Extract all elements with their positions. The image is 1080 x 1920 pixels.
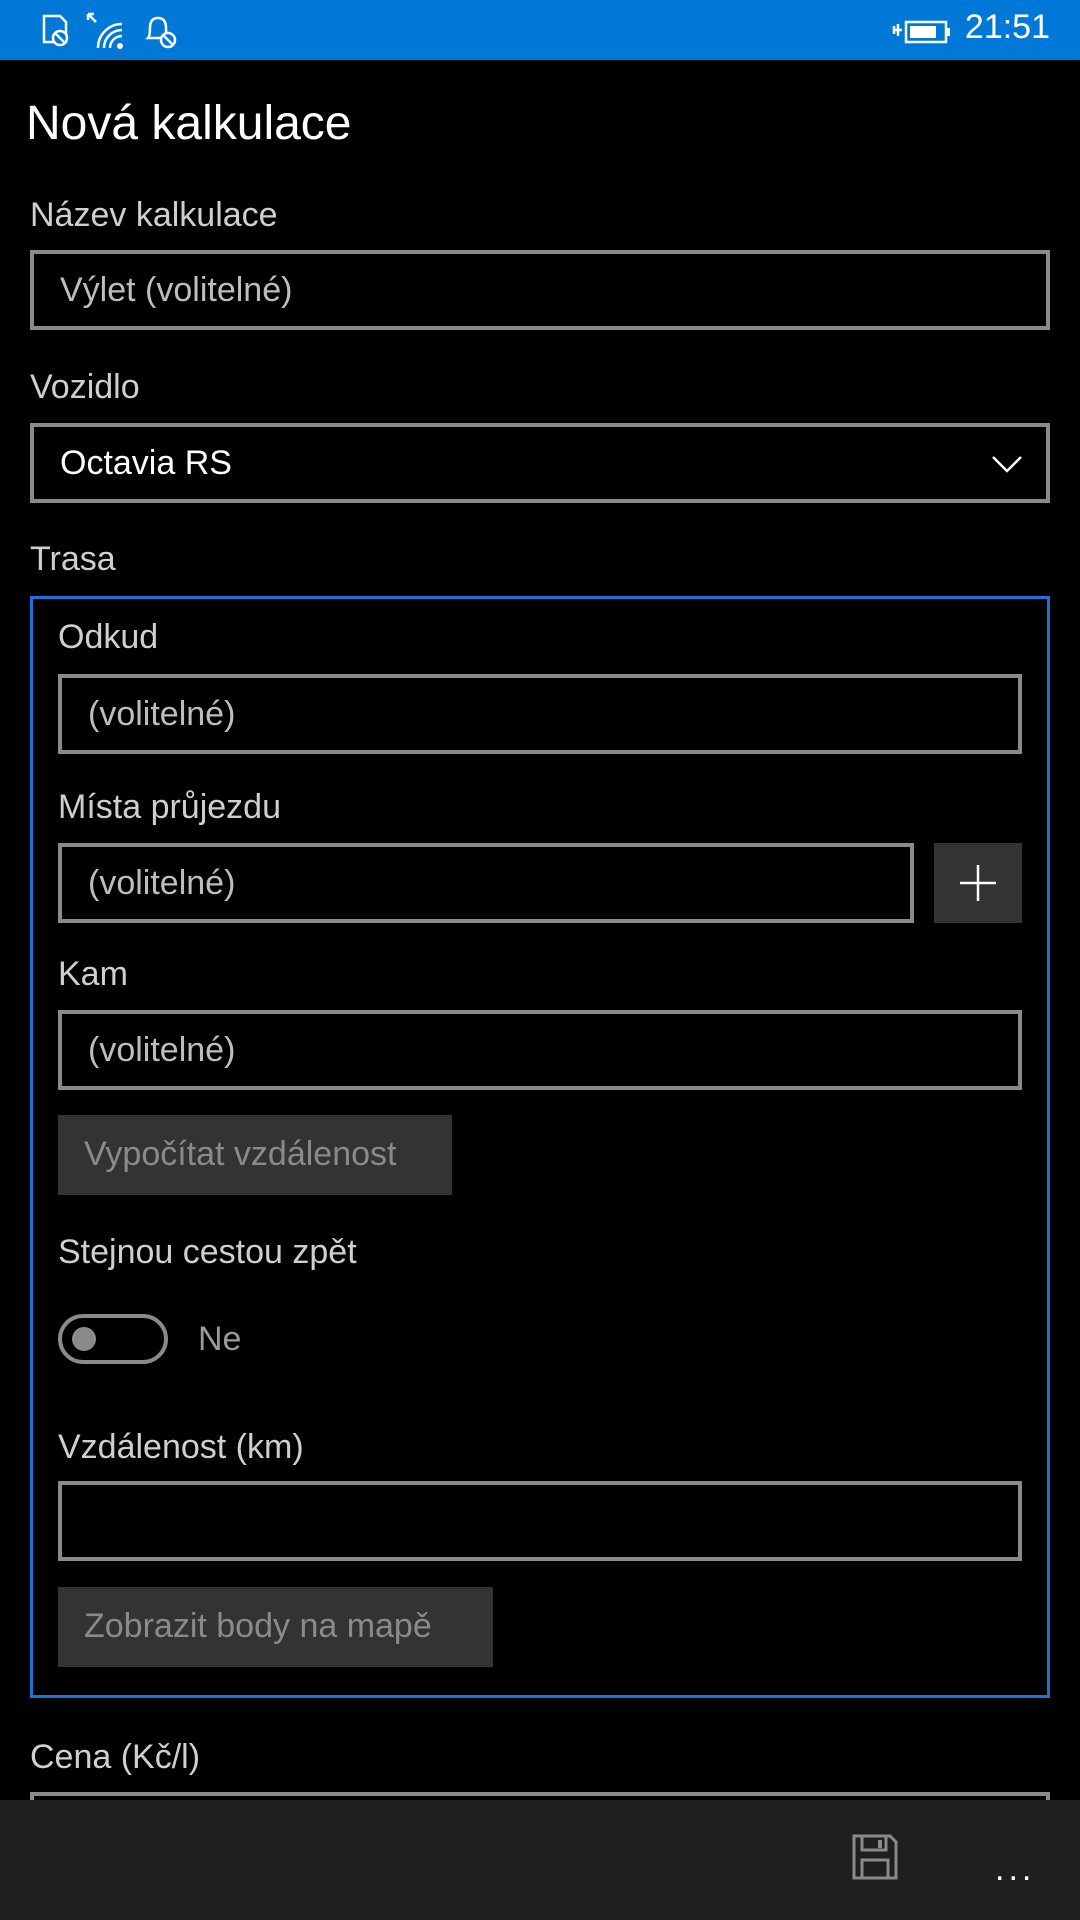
notifications-icon [144,16,177,49]
plus-icon [960,865,996,901]
name-placeholder: Výlet (volitelné) [60,271,293,309]
roundtrip-state: Ne [198,1320,242,1358]
app-bar: ... [0,1800,1080,1920]
roundtrip-label: Stejnou cestou zpět [58,1233,357,1271]
add-waypoint-button[interactable] [934,843,1022,923]
from-label: Odkud [58,618,159,656]
show-map-button[interactable]: Zobrazit body na mapě [58,1587,493,1667]
via-input[interactable]: (volitelné) [58,843,914,923]
save-icon[interactable] [850,1832,900,1882]
calculate-distance-label: Vypočítat vzdálenost [84,1135,397,1173]
route-label: Trasa [30,540,116,578]
show-map-label: Zobrazit body na mapě [84,1607,432,1645]
toggle-knob [72,1327,96,1351]
to-input[interactable]: (volitelné) [58,1010,1022,1090]
distance-input[interactable] [58,1481,1022,1561]
vehicle-value: Octavia RS [60,444,232,482]
to-placeholder: (volitelné) [88,1031,236,1069]
clock: 21:51 [964,8,1050,46]
name-label: Název kalkulace [30,196,278,234]
status-bar: 21:51 [0,0,1080,60]
distance-label: Vzdálenost (km) [58,1428,304,1466]
more-icon[interactable]: ... [995,1850,1035,1889]
chevron-down-icon [992,456,1022,473]
from-placeholder: (volitelné) [88,695,236,733]
wifi-icon [86,12,123,49]
via-placeholder: (volitelné) [88,864,236,902]
name-input[interactable]: Výlet (volitelné) [30,250,1050,330]
price-label: Cena (Kč/l) [30,1738,201,1776]
vehicle-label: Vozidlo [30,368,140,406]
page-title: Nová kalkulace [26,97,352,150]
vehicle-select[interactable]: Octavia RS [30,423,1050,503]
calculate-distance-button[interactable]: Vypočítat vzdálenost [58,1115,452,1195]
sim-icon [42,14,69,47]
roundtrip-toggle[interactable] [58,1314,168,1364]
battery-charging-icon [892,20,950,44]
from-input[interactable]: (volitelné) [58,674,1022,754]
via-label: Místa průjezdu [58,788,281,826]
to-label: Kam [58,955,128,993]
